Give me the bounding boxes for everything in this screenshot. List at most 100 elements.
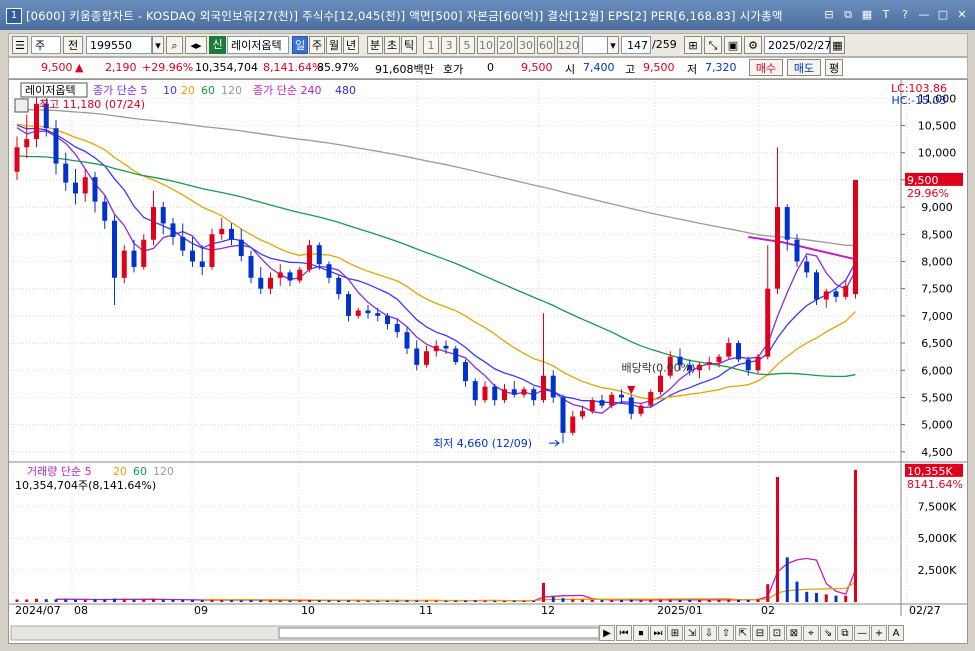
footer-tool-icon[interactable]: ⏮ <box>616 625 632 641</box>
help-icon[interactable]: ? <box>898 8 912 22</box>
footer-tool-icon[interactable]: A <box>888 625 904 641</box>
interval-60[interactable]: 60 <box>537 36 555 54</box>
volume: 10,354,704 <box>195 61 258 74</box>
footer-tool-icon[interactable]: ⊡ <box>769 625 785 641</box>
tab-minute[interactable]: 분 <box>367 36 383 54</box>
volume-bar <box>590 599 594 602</box>
volume-bar <box>308 599 311 602</box>
chevron-down-icon[interactable]: ▾ <box>607 36 619 54</box>
candle-body <box>287 272 293 281</box>
gear-icon[interactable]: ⚙ <box>744 36 762 54</box>
interval-120[interactable]: 120 <box>557 36 579 54</box>
table-icon[interactable] <box>14 98 29 113</box>
candle-body <box>628 397 634 414</box>
price-tick-label: 5,000 <box>921 419 953 432</box>
footer-tool-icon[interactable]: ⊞ <box>667 625 683 641</box>
footer-tool-icon[interactable]: + <box>871 625 887 641</box>
sound-icon[interactable]: ◂▸ <box>185 36 207 54</box>
maximize-icon[interactable]: □ <box>936 8 950 22</box>
chevron-down-icon[interactable]: ▾ <box>152 36 164 54</box>
close-icon[interactable]: ✕ <box>955 8 969 22</box>
candle-body <box>609 394 615 406</box>
volume-ratio: 8,141.64% <box>263 61 323 74</box>
footer-tool-icon[interactable]: ⏭ <box>650 625 666 641</box>
candle-body <box>492 386 498 401</box>
tab-year[interactable]: 년 <box>343 36 359 54</box>
volume-bar <box>659 599 662 602</box>
footer-tool-icon[interactable]: ⊠ <box>786 625 802 641</box>
trade-amount: 91,608백만 <box>375 63 434 76</box>
layout-icon[interactable]: ▦ <box>860 8 874 22</box>
tab-month[interactable]: 월 <box>326 36 342 54</box>
prev-button[interactable]: 전 <box>63 36 83 54</box>
interval-20[interactable]: 20 <box>497 36 515 54</box>
scrollbar-thumb[interactable] <box>278 627 600 639</box>
date-input[interactable]: 2025/02/27 <box>764 36 831 54</box>
save-icon[interactable]: ▣ <box>724 36 742 54</box>
high-label: 고 <box>625 63 636 76</box>
volume-bar <box>74 599 77 602</box>
candle-body <box>560 397 566 433</box>
volume-bar <box>405 600 409 602</box>
open-price: 7,400 <box>583 61 615 74</box>
footer-tool-icon[interactable]: ⇘ <box>820 625 836 641</box>
footer-tool-icon[interactable]: — <box>854 625 870 641</box>
footer-tool-icon[interactable]: ⧉ <box>837 625 853 641</box>
sell-button[interactable]: 매도 <box>787 59 821 76</box>
volume-bar <box>15 599 19 602</box>
price-tick-label: 10,000 <box>918 147 957 160</box>
x-tick-label: 02 <box>761 604 775 617</box>
tab-day[interactable]: 일 <box>292 36 308 54</box>
text-icon[interactable]: T <box>879 8 893 22</box>
tab-week[interactable]: 주 <box>309 36 325 54</box>
candle-body <box>853 179 858 295</box>
grid-icon[interactable]: ⊞ <box>684 36 702 54</box>
restore-icon[interactable]: ⧉ <box>841 8 855 22</box>
candle-body <box>160 207 166 224</box>
candle-body <box>277 272 283 278</box>
interval-10[interactable]: 10 <box>477 36 495 54</box>
volume-bar <box>532 600 536 602</box>
calendar-icon[interactable]: ▦ <box>830 36 845 54</box>
volume-bar <box>756 599 760 602</box>
candle-body <box>697 364 702 371</box>
footer-tool-icon[interactable]: ⇩ <box>701 625 717 641</box>
vol-legend-120: 120 <box>153 465 174 478</box>
pin-icon[interactable]: ⊟ <box>822 8 836 22</box>
volume-bar <box>83 599 87 602</box>
code-input[interactable]: 199550 <box>86 36 152 54</box>
average-button[interactable]: 평 <box>825 59 843 76</box>
minimize-icon[interactable]: — <box>917 8 931 22</box>
price-change-pct: +29.96% <box>142 61 194 74</box>
price-tick-label: 8,500 <box>921 228 953 241</box>
volume-bar <box>824 594 828 602</box>
menu-icon[interactable]: ☰ <box>12 36 28 54</box>
footer-tool-icon[interactable]: ⏹ <box>633 625 649 641</box>
volume-bar <box>191 600 194 602</box>
volume-bar <box>844 595 848 602</box>
buy-button[interactable]: 매수 <box>749 59 783 76</box>
interval-5[interactable]: 5 <box>459 36 475 54</box>
candle-body <box>102 201 108 221</box>
interval-3[interactable]: 3 <box>441 36 457 54</box>
search-icon[interactable]: ⌕ <box>166 36 183 54</box>
volume-bar <box>571 599 575 602</box>
footer-tool-icon[interactable]: ⊟ <box>752 625 768 641</box>
candle-body <box>599 400 605 406</box>
volume-bar <box>434 600 438 602</box>
volume-bar <box>93 599 97 602</box>
interval-30[interactable]: 30 <box>517 36 535 54</box>
footer-tool-icon[interactable]: ⇲ <box>684 625 700 641</box>
footer-tool-icon[interactable]: ▶ <box>599 625 615 641</box>
interval-1[interactable]: 1 <box>423 36 439 54</box>
footer-tool-icon[interactable]: ⌖ <box>803 625 819 641</box>
tab-second[interactable]: 초 <box>384 36 400 54</box>
draw-icon[interactable]: ⤡ <box>704 36 722 54</box>
stock-label: 레이저옵텍 <box>25 84 76 97</box>
tab-tick[interactable]: 틱 <box>401 36 417 54</box>
footer-tool-icon[interactable]: ⇱ <box>735 625 751 641</box>
footer-tool-icon[interactable]: ⇧ <box>718 625 734 641</box>
period-type-select[interactable]: 주 <box>31 36 61 54</box>
count-input[interactable]: 147 <box>621 36 651 54</box>
price-tick-label: 7,500 <box>921 283 953 296</box>
